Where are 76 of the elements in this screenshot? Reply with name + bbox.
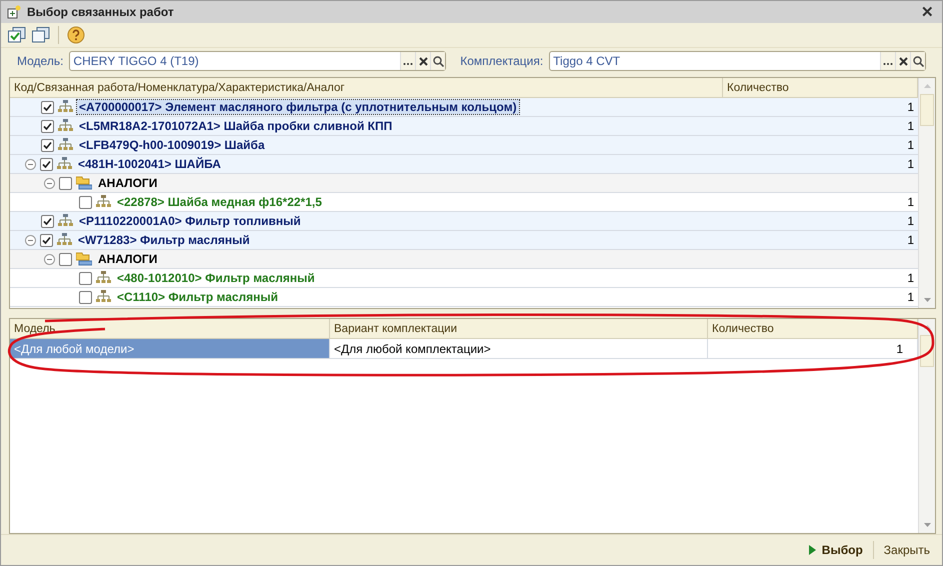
tree-item[interactable]: <LFB479Q-h00-1009019> Шайба — [77, 138, 267, 152]
hierarchy-icon — [57, 233, 72, 247]
hierarchy-icon — [57, 157, 72, 171]
hierarchy-icon — [58, 119, 73, 133]
quantity-cell: 1 — [907, 100, 914, 114]
hierarchy-icon — [96, 290, 111, 304]
checkbox[interactable] — [59, 176, 72, 190]
tree-item[interactable]: <22878> Шайба медная ф16*22*1,5 — [115, 195, 324, 209]
field-label: Модель: — [17, 54, 64, 68]
tree-item[interactable]: АНАЛОГИ — [96, 176, 160, 190]
tree-item[interactable]: <481H-1002041> ШАЙБА — [76, 157, 223, 171]
checkbox[interactable] — [41, 214, 54, 228]
uncheck-all-icon[interactable] — [32, 27, 50, 43]
quantity-cell: 1 — [907, 157, 914, 171]
quantity-cell: 1 — [907, 290, 914, 304]
column-header: Вариант комплектации — [334, 322, 458, 334]
collapse-toggle[interactable] — [44, 178, 55, 188]
hierarchy-icon — [96, 195, 111, 209]
quantity-cell: 1 — [907, 271, 914, 285]
scrollbar[interactable] — [918, 78, 935, 308]
table-cell: <Для любой комплектации> — [330, 339, 708, 358]
quantity-cell: 1 — [907, 138, 914, 152]
column-header: Количество — [712, 322, 774, 334]
checkbox[interactable] — [79, 196, 92, 208]
hierarchy-icon — [58, 138, 73, 152]
tree-item[interactable]: <480-1012010> Фильтр масляный — [115, 271, 317, 285]
input-field[interactable]: CHERY TIGGO 4 (T19) — [69, 51, 446, 71]
quantity-cell: 1 — [907, 233, 914, 247]
column-header: Модель — [14, 322, 56, 334]
scroll-down-icon[interactable] — [924, 523, 930, 527]
window-icon — [7, 5, 21, 19]
input-field[interactable]: Tiggo 4 CVT — [549, 51, 926, 71]
collapse-toggle[interactable] — [25, 158, 36, 170]
scroll-up-icon[interactable] — [924, 325, 930, 329]
tree-item[interactable]: <C1110> Фильтр масляный — [115, 290, 280, 304]
play-icon — [808, 545, 816, 555]
quantity-cell: 1 — [907, 214, 914, 228]
checkbox[interactable] — [41, 138, 54, 152]
scroll-thumb[interactable] — [920, 94, 934, 126]
field-label: Комплектация: — [460, 54, 544, 68]
collapse-toggle[interactable] — [25, 234, 36, 246]
checkbox[interactable] — [79, 290, 92, 304]
help-icon[interactable] — [67, 26, 85, 44]
checkbox[interactable] — [79, 272, 92, 284]
clear-icon[interactable] — [898, 56, 908, 66]
checkbox[interactable] — [59, 252, 72, 266]
tree-item[interactable]: <A700000017> Элемент масляного фильтра (с уплотнительным кольцом) — [77, 100, 519, 114]
hierarchy-icon — [58, 100, 73, 114]
column-header: Количество — [727, 82, 789, 94]
quantity-cell: 1 — [907, 195, 914, 209]
select-button[interactable]: Выбор — [804, 543, 867, 557]
search-icon[interactable] — [432, 56, 444, 66]
checkbox[interactable] — [40, 234, 53, 246]
close-button[interactable]: ✕ — [919, 3, 936, 21]
close-form-button[interactable]: Закрыть — [880, 543, 934, 557]
checkbox[interactable] — [41, 100, 54, 114]
hierarchy-icon — [58, 214, 73, 228]
folder-icon — [76, 176, 92, 190]
collapse-toggle[interactable] — [44, 254, 55, 264]
checkbox[interactable] — [41, 120, 54, 132]
clear-icon[interactable] — [418, 56, 428, 66]
scrollbar[interactable] — [918, 319, 935, 533]
search-icon[interactable] — [912, 56, 924, 66]
scroll-down-icon[interactable] — [924, 298, 930, 302]
column-header: Код/Связанная работа/Номенклатура/Характеристика/Аналог — [14, 82, 345, 94]
check-all-icon[interactable] — [8, 27, 26, 43]
quantity-cell: 1 — [907, 119, 914, 133]
checkbox[interactable] — [40, 158, 53, 170]
tree-item[interactable]: АНАЛОГИ — [96, 252, 160, 266]
hierarchy-icon — [96, 271, 111, 285]
window-title: Выбор связанных работ — [27, 5, 175, 19]
tree-item[interactable]: <P1110220001A0> Фильтр топливный — [77, 214, 303, 228]
tree-item[interactable]: <W71283> Фильтр масляный — [76, 233, 252, 247]
tree-item[interactable]: <L5MR18A2-1701072A1> Шайба пробки сливной КПП — [77, 119, 394, 133]
folder-icon — [76, 252, 92, 266]
table-cell: <Для любой модели> — [10, 339, 330, 358]
